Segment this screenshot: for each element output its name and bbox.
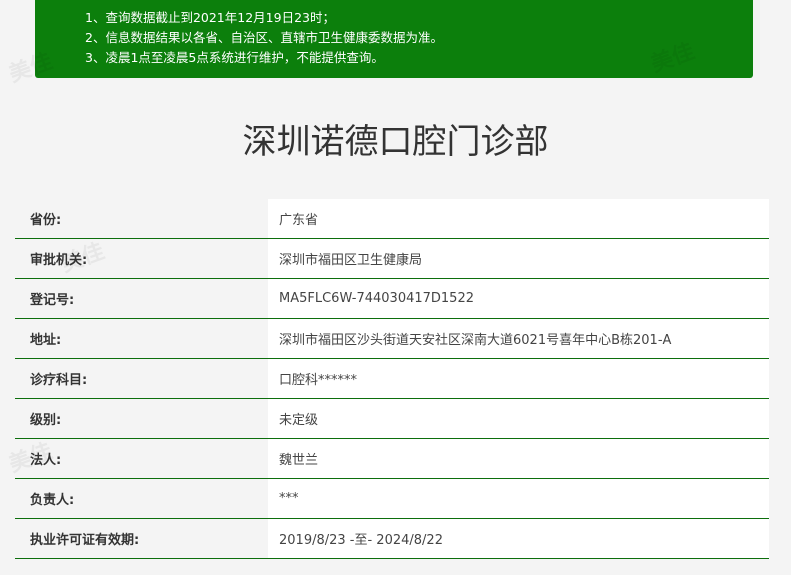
row-label: 执业许可证有效期: (30, 533, 140, 548)
table-row: 登记号: MA5FLC6W-744030417D1522 (15, 279, 769, 319)
table-row: 负责人: *** (15, 479, 769, 519)
info-table: 省份: 广东省 审批机关: 深圳市福田区卫生健康局 登记号: MA5FLC6W-… (15, 199, 769, 559)
notice-banner: 1、查询数据截止到2021年12月19日23时； 2、信息数据结果以各省、自治区… (35, 0, 753, 78)
row-label: 法人: (30, 453, 62, 468)
table-row: 省份: 广东省 (15, 199, 769, 239)
table-row: 法人: 魏世兰 (15, 439, 769, 479)
notice-line: 3、凌晨1点至凌晨5点系统进行维护，不能提供查询。 (85, 50, 384, 65)
row-value: 魏世兰 (268, 439, 769, 478)
row-label: 登记号: (30, 293, 75, 308)
notice-line: 2、信息数据结果以各省、自治区、直辖市卫生健康委数据为准。 (85, 30, 443, 45)
row-value: *** (268, 479, 769, 518)
table-row: 诊疗科目: 口腔科****** (15, 359, 769, 399)
row-value: MA5FLC6W-744030417D1522 (268, 279, 769, 318)
row-value: 口腔科****** (268, 359, 769, 398)
row-label: 审批机关: (30, 253, 88, 268)
table-row: 执业许可证有效期: 2019/8/23 -至- 2024/8/22 (15, 519, 769, 559)
row-label: 地址: (30, 333, 62, 348)
row-value: 深圳市福田区沙头街道天安社区深南大道6021号喜年中心B栋201-A (268, 319, 769, 358)
row-value: 2019/8/23 -至- 2024/8/22 (268, 519, 769, 558)
row-value: 广东省 (268, 199, 769, 238)
table-row: 审批机关: 深圳市福田区卫生健康局 (15, 239, 769, 279)
row-label: 诊疗科目: (30, 373, 88, 388)
page-title: 深圳诺德口腔门诊部 (242, 122, 549, 162)
row-value: 未定级 (268, 399, 769, 438)
table-row: 级别: 未定级 (15, 399, 769, 439)
table-row: 地址: 深圳市福田区沙头街道天安社区深南大道6021号喜年中心B栋201-A (15, 319, 769, 359)
notice-line: 1、查询数据截止到2021年12月19日23时； (85, 10, 335, 25)
row-label: 省份: (30, 213, 62, 228)
row-label: 负责人: (30, 493, 75, 508)
row-value: 深圳市福田区卫生健康局 (268, 239, 769, 278)
row-label: 级别: (30, 413, 62, 428)
